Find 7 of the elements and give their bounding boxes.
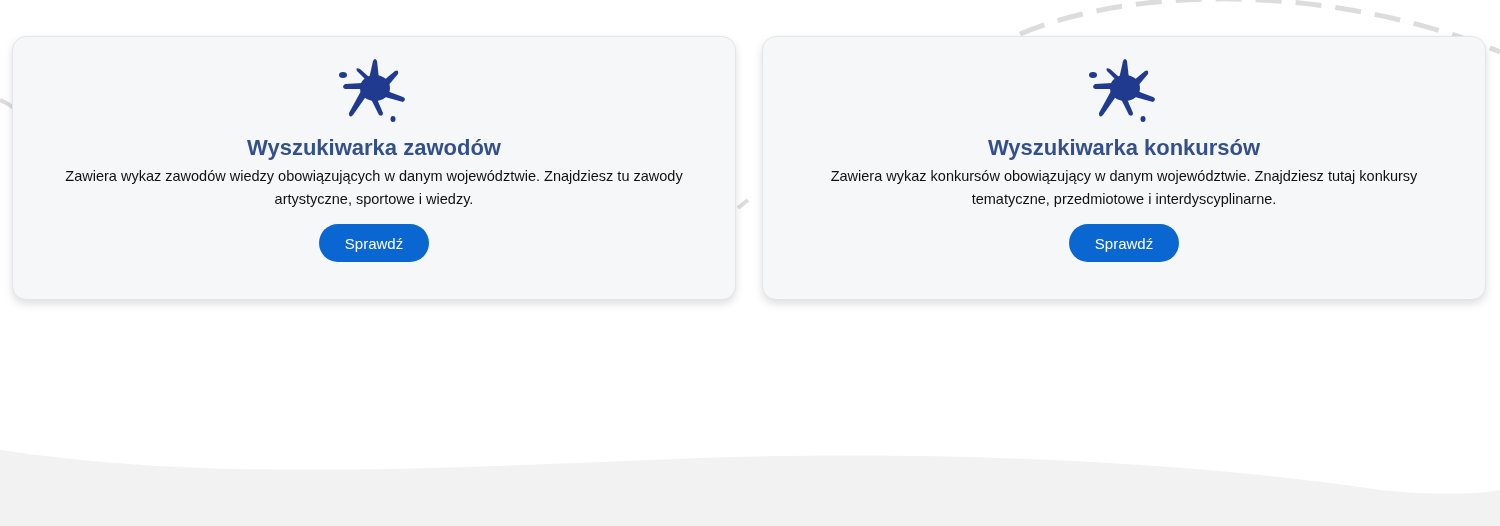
card-description: Zawiera wykaz konkursów obowiązujący w danym województwie. Znajdziesz tutaj konkursy tematyczne, przedmiotowe i interdyscyplinarne.: [829, 167, 1419, 209]
card-title: Wyszukiwarka konkursów: [987, 135, 1261, 161]
check-button[interactable]: Sprawdź: [319, 224, 429, 262]
card-description: Zawiera wykaz zawodów wiedzy obowiązujących w danym województwie. Znajdziesz tu zawody artystyczne, sportowe i wiedzy.: [64, 167, 684, 209]
check-button[interactable]: Sprawdź: [1069, 224, 1179, 262]
card-title: Wyszukiwarka zawodów: [247, 135, 501, 161]
dashed-line: [736, 198, 750, 210]
